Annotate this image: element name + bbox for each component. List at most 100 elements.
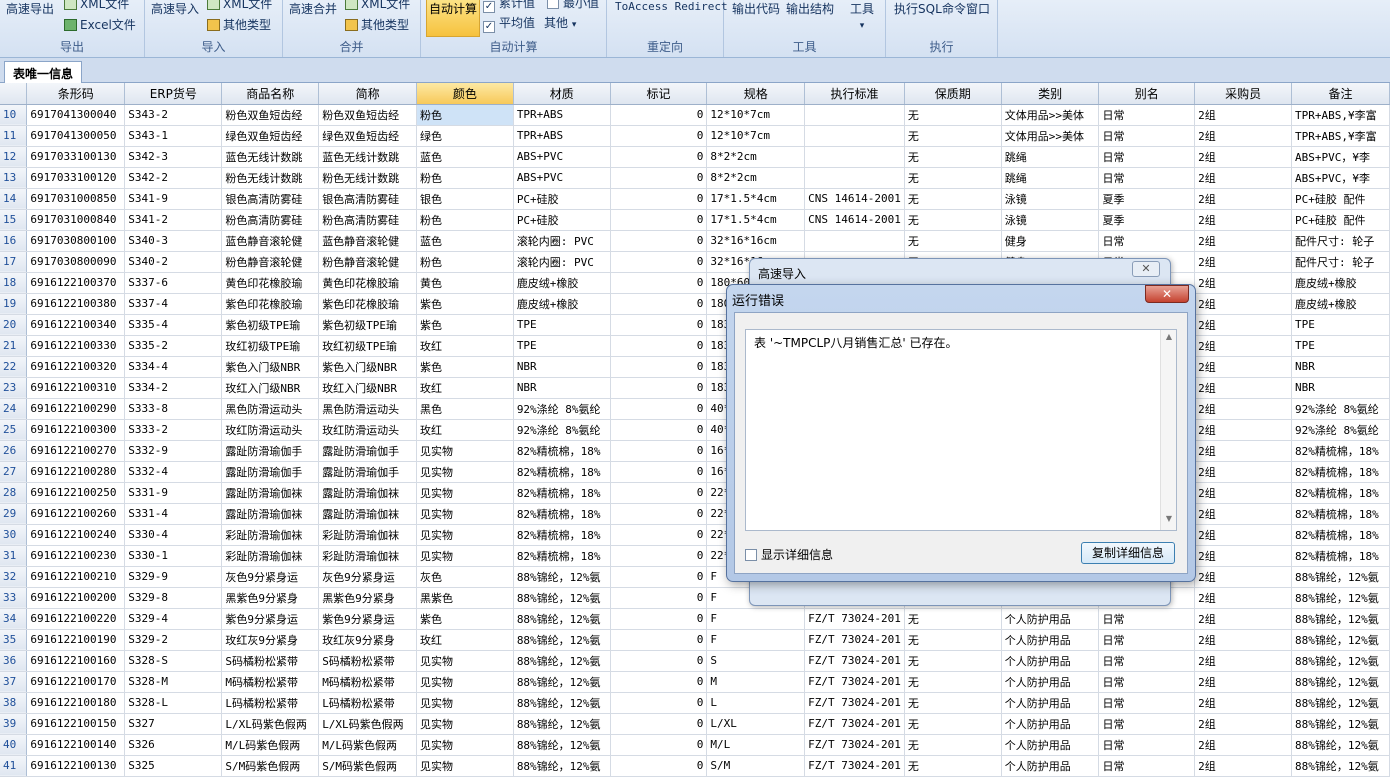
table-cell[interactable]: 无 bbox=[904, 104, 1002, 126]
row-number[interactable]: 38 bbox=[0, 692, 28, 714]
row-number[interactable]: 21 bbox=[0, 335, 28, 357]
row-number[interactable]: 34 bbox=[0, 608, 28, 630]
table-cell[interactable]: 82%精梳棉，18% bbox=[1291, 482, 1390, 504]
other-calc-dropdown[interactable]: 其他 ▾ bbox=[544, 14, 576, 31]
table-cell[interactable]: 0 bbox=[610, 167, 708, 189]
table-cell[interactable]: 黑紫色9分紧身 bbox=[318, 587, 417, 609]
table-cell[interactable]: 88%锦纶，12%氨 bbox=[1291, 629, 1390, 651]
table-cell[interactable]: 92%涤纶 8%氨纶 bbox=[1291, 419, 1390, 441]
table-cell[interactable]: 6917030800090 bbox=[26, 251, 126, 273]
table-cell[interactable]: 无 bbox=[904, 188, 1002, 210]
table-cell[interactable]: 紫色入门级NBR bbox=[318, 356, 417, 378]
row-number[interactable]: 17 bbox=[0, 251, 28, 273]
table-cell[interactable]: 0 bbox=[610, 209, 708, 231]
table-cell[interactable]: 蓝色静音滚轮健 bbox=[318, 230, 417, 252]
table-cell[interactable]: ABS+PVC bbox=[513, 167, 611, 189]
table-cell[interactable]: 银色 bbox=[416, 188, 514, 210]
table-cell[interactable]: 绿色 bbox=[416, 125, 514, 147]
table-cell[interactable]: 日常 bbox=[1098, 671, 1196, 693]
table-cell[interactable]: 黄色印花橡胶瑜 bbox=[221, 272, 320, 294]
table-cell[interactable]: S328-L bbox=[124, 692, 223, 714]
table-cell[interactable]: 紫色9分紧身运 bbox=[221, 608, 320, 630]
table-cell[interactable]: 0 bbox=[610, 146, 708, 168]
table-cell[interactable]: S337-6 bbox=[124, 272, 223, 294]
table-cell[interactable]: 紫色印花橡胶瑜 bbox=[318, 293, 417, 315]
table-cell[interactable]: S329-2 bbox=[124, 629, 223, 651]
table-cell[interactable]: TPR+ABS,¥李富 bbox=[1291, 125, 1390, 147]
table-cell[interactable]: 无 bbox=[904, 755, 1002, 777]
table-cell[interactable]: 2组 bbox=[1194, 587, 1293, 609]
table-cell[interactable]: 0 bbox=[610, 608, 708, 630]
table-cell[interactable]: 无 bbox=[904, 713, 1002, 735]
table-cell[interactable]: 粉色静音滚轮健 bbox=[318, 251, 417, 273]
table-cell[interactable]: 6916122100270 bbox=[26, 440, 126, 462]
table-row[interactable]: 10 6917041300040 S343-2 粉色双鱼短齿经 粉色双鱼短齿经 粉色 TPR… bbox=[0, 104, 1390, 126]
table-cell[interactable]: 0 bbox=[610, 125, 708, 147]
table-cell[interactable]: 2组 bbox=[1194, 314, 1293, 336]
table-cell[interactable]: 2组 bbox=[1194, 356, 1293, 378]
table-cell[interactable]: ABS+PVC，¥李 bbox=[1291, 167, 1390, 189]
fast-merge-button[interactable]: 高速合并 bbox=[287, 0, 339, 17]
table-cell[interactable]: ABS+PVC，¥李 bbox=[1291, 146, 1390, 168]
show-details-checkbox[interactable] bbox=[745, 549, 757, 561]
row-number[interactable]: 11 bbox=[0, 125, 28, 147]
merge-xml-button[interactable]: XML文件 bbox=[343, 0, 412, 12]
table-cell[interactable]: 见实物 bbox=[416, 461, 514, 483]
table-cell[interactable]: FZ/T 73024-201 bbox=[804, 713, 905, 735]
table-cell[interactable]: 0 bbox=[610, 545, 708, 567]
table-row[interactable]: 41 6916122100130 S325 S/M码紫色假两 S/M码紫色假两 见实物 88… bbox=[0, 755, 1390, 777]
table-cell[interactable]: M/L码紫色假两 bbox=[318, 734, 417, 756]
tools-menu-button[interactable]: 工具 ▾ bbox=[848, 0, 876, 31]
table-cell[interactable]: 露趾防滑瑜伽袜 bbox=[318, 503, 417, 525]
table-cell[interactable]: 2组 bbox=[1194, 503, 1293, 525]
table-cell[interactable]: 粉色 bbox=[416, 209, 514, 231]
table-cell[interactable]: 8*2*2cm bbox=[706, 167, 806, 189]
show-details-toggle[interactable]: 显示详细信息 bbox=[745, 546, 833, 563]
table-cell[interactable]: 2组 bbox=[1194, 440, 1293, 462]
table-cell[interactable]: S326 bbox=[124, 734, 223, 756]
merge-other-button[interactable]: 其他类型 bbox=[343, 16, 411, 33]
table-cell[interactable]: 日常 bbox=[1098, 230, 1196, 252]
table-cell[interactable]: S/M bbox=[706, 755, 806, 777]
table-cell[interactable]: 个人防护用品 bbox=[1001, 734, 1100, 756]
table-cell[interactable]: 82%精梳棉，18% bbox=[513, 482, 611, 504]
table-cell[interactable]: 无 bbox=[904, 692, 1002, 714]
row-number[interactable]: 30 bbox=[0, 524, 28, 546]
table-cell[interactable]: 82%精梳棉，18% bbox=[1291, 545, 1390, 567]
table-cell[interactable]: 2组 bbox=[1194, 545, 1293, 567]
table-cell[interactable]: 88%锦纶，12%氨 bbox=[1291, 692, 1390, 714]
table-cell[interactable]: 6916122100250 bbox=[26, 482, 126, 504]
error-scrollbar[interactable]: ▲ ▼ bbox=[1160, 330, 1176, 530]
table-cell[interactable]: 蓝色 bbox=[416, 146, 514, 168]
table-cell[interactable]: NBR bbox=[1291, 356, 1390, 378]
table-cell[interactable]: 无 bbox=[904, 608, 1002, 630]
table-cell[interactable]: 粉色 bbox=[416, 167, 514, 189]
table-cell[interactable]: 灰色9分紧身运 bbox=[318, 566, 417, 588]
table-cell[interactable]: TPR+ABS bbox=[513, 104, 611, 126]
table-cell[interactable]: 跳绳 bbox=[1001, 167, 1100, 189]
table-cell[interactable]: 92%涤纶 8%氨纶 bbox=[513, 419, 611, 441]
table-cell[interactable]: 跳绳 bbox=[1001, 146, 1100, 168]
table-cell[interactable]: 0 bbox=[610, 566, 708, 588]
table-cell[interactable]: FZ/T 73024-201 bbox=[804, 629, 905, 651]
table-cell[interactable]: 日常 bbox=[1098, 146, 1196, 168]
table-cell[interactable]: 2组 bbox=[1194, 209, 1293, 231]
table-cell[interactable]: 6916122100370 bbox=[26, 272, 126, 294]
table-cell[interactable]: 紫色 bbox=[416, 608, 514, 630]
row-number[interactable]: 23 bbox=[0, 377, 28, 399]
table-cell[interactable]: 黑色防滑运动头 bbox=[221, 398, 320, 420]
table-cell[interactable]: 6917033100120 bbox=[26, 167, 126, 189]
table-cell[interactable]: 日常 bbox=[1098, 104, 1196, 126]
table-cell[interactable]: 紫色9分紧身运 bbox=[318, 608, 417, 630]
table-cell[interactable]: 粉色 bbox=[416, 251, 514, 273]
table-cell[interactable]: 2组 bbox=[1194, 251, 1293, 273]
table-cell[interactable]: FZ/T 73024-201 bbox=[804, 671, 905, 693]
table-cell[interactable]: 夏季 bbox=[1098, 209, 1196, 231]
table-cell[interactable]: F bbox=[706, 608, 806, 630]
table-cell[interactable]: 2组 bbox=[1194, 608, 1293, 630]
column-header[interactable]: 采购员 bbox=[1194, 83, 1293, 105]
tab-unique-info[interactable]: 表唯一信息 bbox=[4, 61, 83, 83]
table-cell[interactable]: 88%锦纶，12%氨 bbox=[1291, 755, 1390, 777]
table-cell[interactable]: 17*1.5*4cm bbox=[706, 188, 806, 210]
table-cell[interactable]: S329-9 bbox=[124, 566, 223, 588]
